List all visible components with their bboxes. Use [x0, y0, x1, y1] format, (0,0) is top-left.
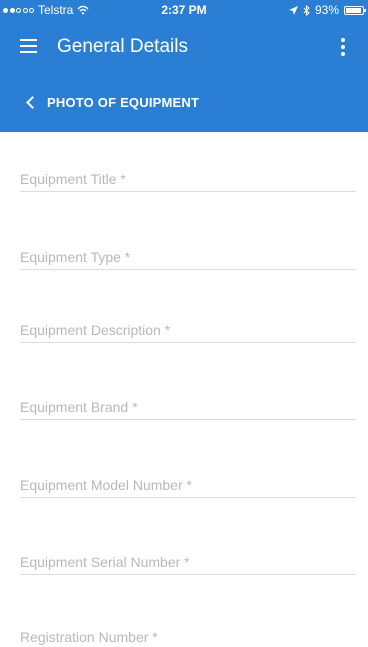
equipment-brand-input[interactable]	[20, 397, 356, 417]
equipment-model-number-input[interactable]	[20, 475, 356, 495]
registration-number-field	[20, 627, 356, 647]
equipment-brand-field	[20, 397, 356, 420]
battery-fill	[346, 7, 361, 13]
equipment-serial-number-input[interactable]	[20, 552, 356, 572]
equipment-title-input[interactable]	[20, 169, 356, 189]
app-screen: Telstra 2:37 PM 93% General Details PHOT…	[0, 0, 368, 647]
app-bar: General Details PHOTO OF EQUIPMENT	[0, 20, 368, 132]
equipment-serial-number-field	[20, 552, 356, 575]
page-title: General Details	[57, 36, 188, 57]
equipment-description-input[interactable]	[20, 320, 356, 340]
battery-percentage: 93%	[314, 3, 339, 17]
location-arrow-icon	[288, 5, 298, 15]
back-to-photo-button[interactable]: PHOTO OF EQUIPMENT	[26, 95, 200, 110]
bluetooth-icon	[303, 4, 310, 16]
back-label: PHOTO OF EQUIPMENT	[47, 95, 200, 110]
registration-number-input[interactable]	[20, 627, 356, 647]
equipment-type-input[interactable]	[20, 247, 356, 267]
equipment-type-field	[20, 247, 356, 270]
equipment-description-field	[20, 320, 356, 343]
status-bar: Telstra 2:37 PM 93%	[0, 0, 368, 20]
status-right: 93%	[288, 3, 366, 17]
equipment-title-field	[20, 169, 356, 192]
battery-icon	[344, 5, 366, 15]
more-options-icon[interactable]	[338, 35, 348, 59]
hamburger-menu-icon[interactable]	[20, 39, 40, 55]
equipment-model-number-field	[20, 475, 356, 498]
chevron-left-icon	[26, 96, 39, 109]
